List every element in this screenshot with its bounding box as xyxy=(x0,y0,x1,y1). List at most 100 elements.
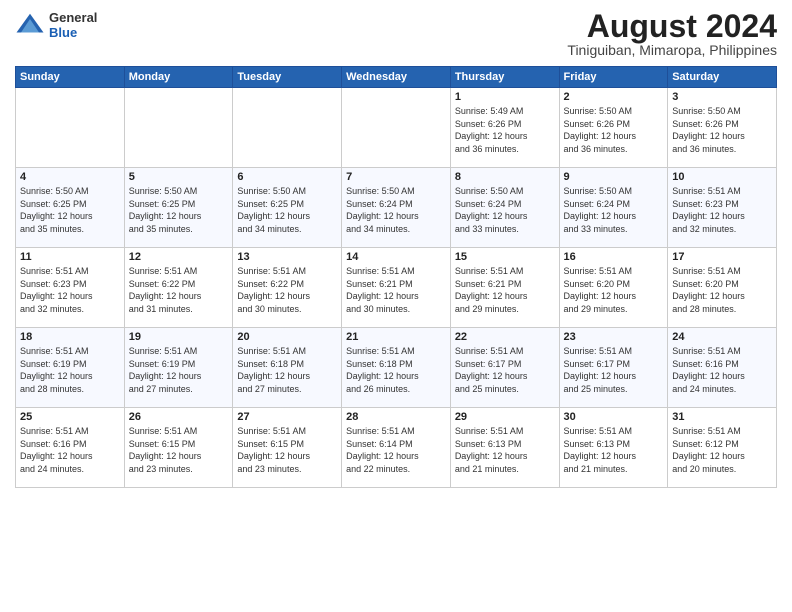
logo: General Blue xyxy=(15,10,97,40)
calendar-week-row: 18Sunrise: 5:51 AM Sunset: 6:19 PM Dayli… xyxy=(16,328,777,408)
calendar-cell: 19 Sunrise: 5:51 AM Sunset: 6:19 PM Dayli… xyxy=(124,328,233,408)
logo-icon xyxy=(15,10,45,40)
day-info: Sunrise: 5:51 AM Sunset: 6:19 PM Dayligh… xyxy=(129,345,229,395)
day-info: Sunrise: 5:51 AM Sunset: 6:15 PM Dayligh… xyxy=(237,425,337,475)
day-info: Sunrise: 5:51 AM Sunset: 6:19 PM Dayligh… xyxy=(20,345,120,395)
title-block: August 2024 Tiniguiban, Mimaropa, Philip… xyxy=(567,10,777,58)
day-number: 11 xyxy=(20,251,120,263)
header-wednesday: Wednesday xyxy=(342,67,451,88)
calendar-cell: 13Sunrise: 5:51 AM Sunset: 6:22 PM Dayli… xyxy=(233,248,342,328)
logo-text: General Blue xyxy=(49,10,97,40)
day-number: 7 xyxy=(346,171,446,183)
calendar-cell: 31Sunrise: 5:51 AM Sunset: 6:12 PM Dayli… xyxy=(668,408,777,488)
calendar-cell: 14 Sunrise: 5:51 AM Sunset: 6:21 PM Dayli… xyxy=(342,248,451,328)
logo-general: General xyxy=(49,10,97,25)
calendar-cell: 1 Sunrise: 5:49 AM Sunset: 6:26 PM Daylig… xyxy=(450,88,559,168)
calendar-subtitle: Tiniguiban, Mimaropa, Philippines xyxy=(567,42,777,58)
day-info: Sunrise: 5:50 AM Sunset: 6:25 PM Dayligh… xyxy=(237,185,337,235)
day-info: Sunrise: 5:50 AM Sunset: 6:26 PM Dayligh… xyxy=(672,105,772,155)
day-info: Sunrise: 5:50 AM Sunset: 6:24 PM Dayligh… xyxy=(455,185,555,235)
day-number: 14 xyxy=(346,251,446,263)
calendar-week-row: 1 Sunrise: 5:49 AM Sunset: 6:26 PM Daylig… xyxy=(16,88,777,168)
day-number: 6 xyxy=(237,171,337,183)
weekday-header-row: Sunday Monday Tuesday Wednesday Thursday… xyxy=(16,67,777,88)
calendar-cell: 24Sunrise: 5:51 AM Sunset: 6:16 PM Dayli… xyxy=(668,328,777,408)
header-sunday: Sunday xyxy=(16,67,125,88)
day-number: 25 xyxy=(20,411,120,423)
calendar-cell: 9 Sunrise: 5:50 AM Sunset: 6:24 PM Daylig… xyxy=(559,168,668,248)
day-info: Sunrise: 5:51 AM Sunset: 6:13 PM Dayligh… xyxy=(455,425,555,475)
day-info: Sunrise: 5:49 AM Sunset: 6:26 PM Dayligh… xyxy=(455,105,555,155)
day-number: 4 xyxy=(20,171,120,183)
day-number: 27 xyxy=(237,411,337,423)
day-info: Sunrise: 5:51 AM Sunset: 6:17 PM Dayligh… xyxy=(564,345,664,395)
day-info: Sunrise: 5:51 AM Sunset: 6:23 PM Dayligh… xyxy=(672,185,772,235)
day-info: Sunrise: 5:51 AM Sunset: 6:20 PM Dayligh… xyxy=(672,265,772,315)
calendar-cell: 3 Sunrise: 5:50 AM Sunset: 6:26 PM Daylig… xyxy=(668,88,777,168)
day-number: 2 xyxy=(564,91,664,103)
day-info: Sunrise: 5:50 AM Sunset: 6:26 PM Dayligh… xyxy=(564,105,664,155)
day-info: Sunrise: 5:51 AM Sunset: 6:15 PM Dayligh… xyxy=(129,425,229,475)
day-number: 28 xyxy=(346,411,446,423)
day-number: 17 xyxy=(672,251,772,263)
day-info: Sunrise: 5:50 AM Sunset: 6:24 PM Dayligh… xyxy=(564,185,664,235)
day-number: 19 xyxy=(129,331,229,343)
calendar-cell: 23 Sunrise: 5:51 AM Sunset: 6:17 PM Dayli… xyxy=(559,328,668,408)
calendar-cell: 18Sunrise: 5:51 AM Sunset: 6:19 PM Dayli… xyxy=(16,328,125,408)
day-number: 20 xyxy=(237,331,337,343)
calendar-cell: 8 Sunrise: 5:50 AM Sunset: 6:24 PM Daylig… xyxy=(450,168,559,248)
day-number: 16 xyxy=(564,251,664,263)
calendar-week-row: 25 Sunrise: 5:51 AM Sunset: 6:16 PM Dayli… xyxy=(16,408,777,488)
day-info: Sunrise: 5:50 AM Sunset: 6:25 PM Dayligh… xyxy=(129,185,229,235)
day-number: 3 xyxy=(672,91,772,103)
calendar-cell: 7Sunrise: 5:50 AM Sunset: 6:24 PM Daylig… xyxy=(342,168,451,248)
day-number: 5 xyxy=(129,171,229,183)
calendar-cell xyxy=(233,88,342,168)
day-number: 10 xyxy=(672,171,772,183)
calendar-cell: 26 Sunrise: 5:51 AM Sunset: 6:15 PM Dayli… xyxy=(124,408,233,488)
calendar-cell: 2 Sunrise: 5:50 AM Sunset: 6:26 PM Daylig… xyxy=(559,88,668,168)
day-number: 23 xyxy=(564,331,664,343)
page: General Blue August 2024 Tiniguiban, Mim… xyxy=(0,0,792,612)
calendar-title: August 2024 xyxy=(567,10,777,42)
day-number: 15 xyxy=(455,251,555,263)
calendar-cell: 25 Sunrise: 5:51 AM Sunset: 6:16 PM Dayli… xyxy=(16,408,125,488)
header-friday: Friday xyxy=(559,67,668,88)
calendar-cell: 16Sunrise: 5:51 AM Sunset: 6:20 PM Dayli… xyxy=(559,248,668,328)
day-info: Sunrise: 5:51 AM Sunset: 6:16 PM Dayligh… xyxy=(672,345,772,395)
header-tuesday: Tuesday xyxy=(233,67,342,88)
day-info: Sunrise: 5:51 AM Sunset: 6:22 PM Dayligh… xyxy=(129,265,229,315)
calendar-cell: 17 Sunrise: 5:51 AM Sunset: 6:20 PM Dayli… xyxy=(668,248,777,328)
calendar-cell xyxy=(16,88,125,168)
day-info: Sunrise: 5:51 AM Sunset: 6:16 PM Dayligh… xyxy=(20,425,120,475)
calendar-cell: 4 Sunrise: 5:50 AM Sunset: 6:25 PM Daylig… xyxy=(16,168,125,248)
day-info: Sunrise: 5:51 AM Sunset: 6:23 PM Dayligh… xyxy=(20,265,120,315)
calendar-cell: 5 Sunrise: 5:50 AM Sunset: 6:25 PM Daylig… xyxy=(124,168,233,248)
calendar-cell: 6 Sunrise: 5:50 AM Sunset: 6:25 PM Daylig… xyxy=(233,168,342,248)
day-number: 21 xyxy=(346,331,446,343)
calendar-cell: 22 Sunrise: 5:51 AM Sunset: 6:17 PM Dayli… xyxy=(450,328,559,408)
header-thursday: Thursday xyxy=(450,67,559,88)
header: General Blue August 2024 Tiniguiban, Mim… xyxy=(15,10,777,58)
day-number: 9 xyxy=(564,171,664,183)
calendar-cell xyxy=(342,88,451,168)
header-monday: Monday xyxy=(124,67,233,88)
day-info: Sunrise: 5:51 AM Sunset: 6:17 PM Dayligh… xyxy=(455,345,555,395)
day-number: 22 xyxy=(455,331,555,343)
day-number: 31 xyxy=(672,411,772,423)
day-number: 29 xyxy=(455,411,555,423)
day-number: 1 xyxy=(455,91,555,103)
day-number: 26 xyxy=(129,411,229,423)
calendar-cell: 30Sunrise: 5:51 AM Sunset: 6:13 PM Dayli… xyxy=(559,408,668,488)
calendar-cell xyxy=(124,88,233,168)
calendar-cell: 11 Sunrise: 5:51 AM Sunset: 6:23 PM Dayli… xyxy=(16,248,125,328)
calendar-week-row: 11 Sunrise: 5:51 AM Sunset: 6:23 PM Dayli… xyxy=(16,248,777,328)
day-info: Sunrise: 5:51 AM Sunset: 6:21 PM Dayligh… xyxy=(346,265,446,315)
day-number: 8 xyxy=(455,171,555,183)
calendar-cell: 27 Sunrise: 5:51 AM Sunset: 6:15 PM Dayli… xyxy=(233,408,342,488)
calendar-cell: 12Sunrise: 5:51 AM Sunset: 6:22 PM Dayli… xyxy=(124,248,233,328)
calendar-cell: 21Sunrise: 5:51 AM Sunset: 6:18 PM Dayli… xyxy=(342,328,451,408)
logo-blue: Blue xyxy=(49,25,97,40)
header-saturday: Saturday xyxy=(668,67,777,88)
day-info: Sunrise: 5:50 AM Sunset: 6:25 PM Dayligh… xyxy=(20,185,120,235)
